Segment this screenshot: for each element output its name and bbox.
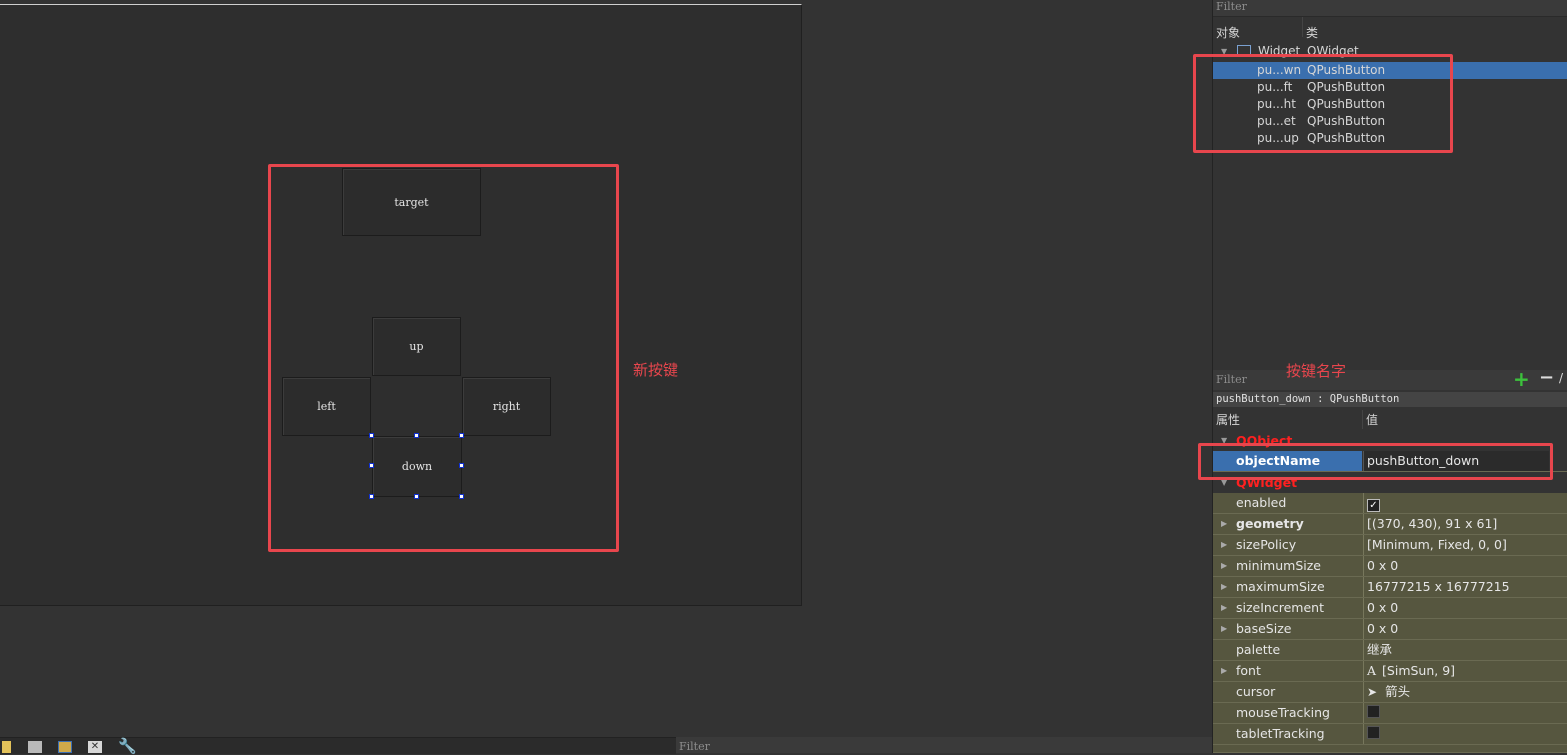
property-row[interactable]: ▶ geometry [(370, 430), 91 x 61]	[1213, 514, 1567, 535]
property-row[interactable]: palette 继承	[1213, 640, 1567, 661]
object-filter-input[interactable]: Filter	[1213, 0, 1567, 17]
property-filter-input[interactable]: Filter + − /	[1213, 367, 1567, 391]
property-name: maximumSize	[1236, 579, 1325, 594]
property-row[interactable]: ▶ sizeIncrement 0 x 0	[1213, 598, 1567, 619]
annotation-label-button-name: 按键名字	[1286, 362, 1347, 380]
header-divider	[1302, 17, 1303, 37]
property-value[interactable]: A [SimSun, 9]	[1363, 661, 1455, 681]
property-name: enabled	[1236, 495, 1287, 510]
cursor-value: 箭头	[1385, 684, 1411, 699]
property-row[interactable]: mouseTracking	[1213, 703, 1567, 724]
property-name: minimumSize	[1236, 558, 1321, 573]
object-inspector-header: 对象 类	[1213, 17, 1567, 42]
property-value[interactable]: ➤ 箭头	[1363, 682, 1410, 702]
property-editor-header: 属性 值	[1213, 410, 1567, 429]
new-file-icon[interactable]	[2, 741, 11, 753]
property-name: cursor	[1236, 684, 1276, 699]
property-name: mouseTracking	[1236, 705, 1330, 720]
property-name: baseSize	[1236, 621, 1292, 636]
property-row[interactable]: ▶ baseSize 0 x 0	[1213, 619, 1567, 640]
checkbox-unchecked-icon[interactable]	[1367, 705, 1380, 718]
expand-arrow-icon[interactable]: ▶	[1221, 556, 1227, 576]
annotation-label-new-buttons: 新按键	[633, 361, 679, 379]
property-row[interactable]: ▶ font A [SimSun, 9]	[1213, 661, 1567, 682]
delete-icon[interactable]: ✕	[88, 741, 102, 753]
property-value[interactable]	[1363, 724, 1380, 744]
bottom-filter-bar[interactable]: Filter	[676, 737, 1212, 753]
checkbox-checked-icon[interactable]: ✓	[1367, 499, 1380, 512]
property-row[interactable]: tabletTracking	[1213, 724, 1567, 745]
add-property-icon[interactable]: +	[1513, 367, 1530, 391]
font-value: [SimSun, 9]	[1382, 663, 1456, 678]
expand-arrow-icon[interactable]: ▶	[1221, 598, 1227, 618]
property-row[interactable]: ▶ sizePolicy [Minimum, Fixed, 0, 0]	[1213, 535, 1567, 556]
cursor-icon: ➤	[1367, 685, 1378, 699]
remove-property-icon[interactable]: −	[1539, 367, 1554, 388]
property-value[interactable]: [Minimum, Fixed, 0, 0]	[1363, 535, 1507, 555]
property-row[interactable]: cursor ➤ 箭头	[1213, 682, 1567, 703]
wrench-icon[interactable]: 🔧	[118, 737, 137, 755]
property-name: geometry	[1236, 516, 1304, 531]
property-value[interactable]: 0 x 0	[1363, 619, 1398, 639]
property-name: font	[1236, 663, 1261, 678]
property-value[interactable]: ✓	[1363, 493, 1380, 513]
annotation-box-new-buttons	[268, 164, 619, 552]
font-icon: A	[1367, 663, 1377, 678]
expand-arrow-icon[interactable]: ▶	[1221, 514, 1227, 534]
configure-wrench-icon[interactable]: /	[1559, 371, 1563, 385]
expand-arrow-icon[interactable]: ▶	[1221, 535, 1227, 555]
property-name: palette	[1236, 642, 1281, 657]
bottom-toolbar: ✕ 🔧	[0, 737, 676, 755]
expand-arrow-icon[interactable]: ▶	[1221, 661, 1227, 681]
property-name: sizePolicy	[1236, 537, 1297, 552]
property-filter-label: Filter	[1216, 373, 1247, 386]
expand-arrow-icon[interactable]: ▶	[1221, 619, 1227, 639]
header-object: 对象	[1216, 26, 1241, 40]
header-class: 类	[1306, 26, 1319, 40]
property-value[interactable]: 继承	[1363, 640, 1392, 660]
header-property: 属性	[1216, 413, 1241, 427]
paste-icon[interactable]	[58, 741, 72, 753]
property-row[interactable]: ▶ maximumSize 16777215 x 16777215	[1213, 577, 1567, 598]
property-row[interactable]: enabled ✓	[1213, 493, 1567, 514]
property-row-partial	[1213, 745, 1567, 753]
property-value[interactable]: 16777215 x 16777215	[1363, 577, 1510, 597]
property-value[interactable]: 0 x 0	[1363, 556, 1398, 576]
checkbox-unchecked-icon[interactable]	[1367, 726, 1380, 739]
property-value[interactable]: [(370, 430), 91 x 61]	[1363, 514, 1497, 534]
expand-arrow-icon[interactable]: ▶	[1221, 577, 1227, 597]
header-value: 值	[1366, 413, 1379, 427]
copy-icon[interactable]	[28, 741, 42, 753]
annotation-box-objectname	[1198, 443, 1553, 480]
property-row[interactable]: ▶ minimumSize 0 x 0	[1213, 556, 1567, 577]
header-divider	[1362, 410, 1363, 429]
property-value[interactable]: 0 x 0	[1363, 598, 1398, 618]
property-name: sizeIncrement	[1236, 600, 1324, 615]
property-name: tabletTracking	[1236, 726, 1325, 741]
object-filter-label: Filter	[1216, 0, 1247, 13]
selected-object-title: pushButton_down : QPushButton	[1213, 392, 1567, 407]
property-value[interactable]	[1363, 703, 1380, 723]
bottom-filter-label: Filter	[679, 740, 710, 753]
annotation-box-button-list	[1193, 54, 1453, 153]
